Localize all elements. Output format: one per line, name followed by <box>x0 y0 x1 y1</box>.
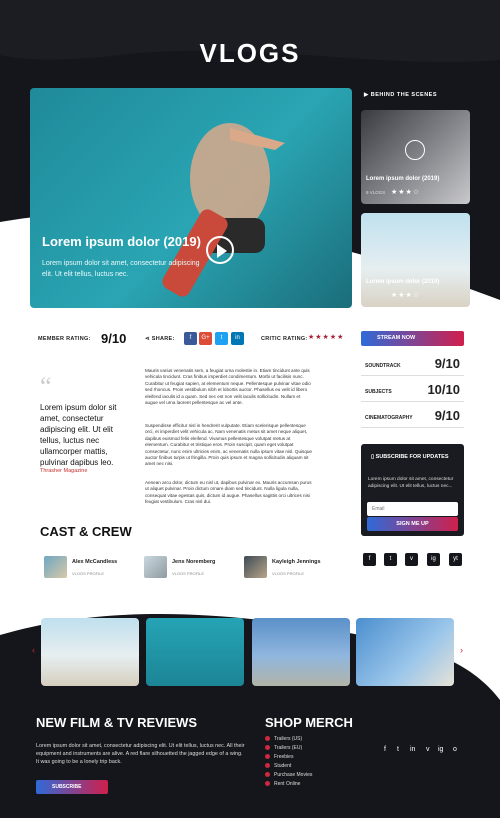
quote-source: Thrasher Magazine <box>40 468 88 474</box>
bts-card-2[interactable]: Lorem ipsum dolor (2019) 8 VLOGS ★★★☆ <box>361 213 470 307</box>
cast-member-1[interactable]: Alex McCandless VLOGS PROFILE <box>40 556 140 578</box>
share-label: ⋖ SHARE: <box>145 336 175 342</box>
instagram-icon[interactable]: ig <box>427 553 440 566</box>
footer-instagram-icon[interactable]: ig <box>438 746 443 753</box>
behind-the-scenes-label: ▶ BEHIND THE SCENES <box>364 92 438 98</box>
cast-title: CAST & CREW <box>40 524 132 539</box>
avatar <box>44 556 67 578</box>
member-rating-label: MEMBER RATING: <box>38 336 91 342</box>
sign-me-up-button[interactable]: SIGN ME UP <box>367 517 458 531</box>
cast-member-3[interactable]: Kayleigh Jennings VLOGS PROFILE <box>240 556 340 578</box>
share-facebook-button[interactable]: f <box>184 332 197 345</box>
cast-name: Alex McCandless <box>72 559 118 565</box>
subscribe-button[interactable]: SUBSCRIBE <box>36 780 108 794</box>
gallery-image-3[interactable] <box>252 618 350 686</box>
share-linkedin-button[interactable]: in <box>231 332 244 345</box>
play-icon[interactable] <box>405 140 425 160</box>
article-paragraph-1: Mauris varius venenatis sem, a feugiat u… <box>145 368 311 406</box>
cast-name: Kayleigh Jennings <box>272 559 321 565</box>
merch-item[interactable]: Trailers (US) <box>265 736 302 742</box>
quote-icon: “ <box>40 372 52 401</box>
score-soundtrack: SOUNDTRACK 9/10 <box>361 354 464 376</box>
member-rating-value: 9/10 <box>101 331 127 346</box>
bts-card-1[interactable]: Lorem ipsum dolor (2019) 8 VLOGS ★★★☆ <box>361 110 470 204</box>
cast-links[interactable]: VLOGS PROFILE <box>272 571 304 576</box>
share-twitter-button[interactable]: t <box>215 332 228 345</box>
gallery-image-4[interactable] <box>356 618 454 686</box>
card-stars: ★★★☆ <box>391 292 421 299</box>
article-paragraph-3: Aenean arcu dolor, dictum eu nisl ut, da… <box>145 480 312 505</box>
merch-item[interactable]: Trailers (EU) <box>265 745 302 751</box>
critic-rating-label: CRITIC RATING: <box>261 336 308 342</box>
page-title: VLOGS <box>199 38 301 68</box>
card-meta: 8 VLOGS <box>366 190 386 195</box>
youtube-icon[interactable]: yt <box>449 553 462 566</box>
merch-item[interactable]: Freebies <box>265 754 293 760</box>
quote-text: Lorem ipsum dolor sit amet, consectetur … <box>40 403 117 467</box>
subscribe-box: ▯ SUBSCRIBE FOR UPDATES Lorem ipsum dolo… <box>361 444 464 536</box>
avatar <box>144 556 167 578</box>
footer-linkedin-icon[interactable]: in <box>410 746 415 753</box>
hero-text: Lorem ipsum dolor sit amet, consectetur … <box>42 260 200 278</box>
cast-name: Jens Noremberg <box>172 559 216 565</box>
score-subjects: SUBJECTS 10/10 <box>361 380 464 402</box>
score-cinematography: CINEMATOGRAPHY 9/10 <box>361 406 464 428</box>
footer-twitter-icon[interactable]: t <box>397 746 399 753</box>
reviews-text: Lorem ipsum dolor sit amet, consectetur … <box>36 743 245 765</box>
email-field[interactable] <box>367 502 458 516</box>
gallery-next-icon[interactable]: › <box>460 645 463 655</box>
subscribe-title: ▯ SUBSCRIBE FOR UPDATES <box>371 454 449 460</box>
subscribe-text: Lorem ipsum dolor sit amet, consectetur … <box>368 477 454 489</box>
critic-stars: ★★★★★ <box>308 334 345 341</box>
gallery-image-2[interactable] <box>146 618 244 686</box>
cast-links[interactable]: VLOGS PROFILE <box>72 571 104 576</box>
hero-title: Lorem ipsum dolor (2019) <box>42 234 201 249</box>
footer-other-icon[interactable]: o <box>453 746 457 753</box>
merch-item[interactable]: Rent Online <box>265 781 300 787</box>
footer-facebook-icon[interactable]: f <box>384 746 386 753</box>
card-title: Lorem ipsum dolor (2019) <box>366 176 440 182</box>
card-stars: ★★★☆ <box>391 189 421 196</box>
gallery-image-1[interactable] <box>41 618 139 686</box>
twitter-icon[interactable]: t <box>384 553 397 566</box>
avatar <box>244 556 267 578</box>
share-google-button[interactable]: G+ <box>199 332 212 345</box>
reviews-title: NEW FILM & TV REVIEWS <box>36 715 198 730</box>
merch-item[interactable]: Student <box>265 763 291 769</box>
vimeo-icon[interactable]: v <box>405 553 418 566</box>
cast-links[interactable]: VLOGS PROFILE <box>172 571 204 576</box>
footer-vimeo-icon[interactable]: v <box>426 746 430 753</box>
article-paragraph-2: Suspendisse efficitur nisl in hendrerit … <box>145 423 312 467</box>
card-meta: 8 VLOGS <box>366 293 386 298</box>
cast-member-2[interactable]: Jens Noremberg VLOGS PROFILE <box>140 556 240 578</box>
card-title: Lorem ipsum dolor (2019) <box>366 279 440 285</box>
merch-item[interactable]: Purchase Movies <box>265 772 312 778</box>
merch-title: SHOP MERCH <box>265 715 353 730</box>
facebook-icon[interactable]: f <box>363 553 376 566</box>
hero-video[interactable]: Lorem ipsum dolor (2019) Lorem ipsum dol… <box>30 88 352 308</box>
stream-now-button[interactable]: STREAM NOW <box>361 331 464 346</box>
gallery-prev-icon[interactable]: ‹ <box>32 645 35 655</box>
